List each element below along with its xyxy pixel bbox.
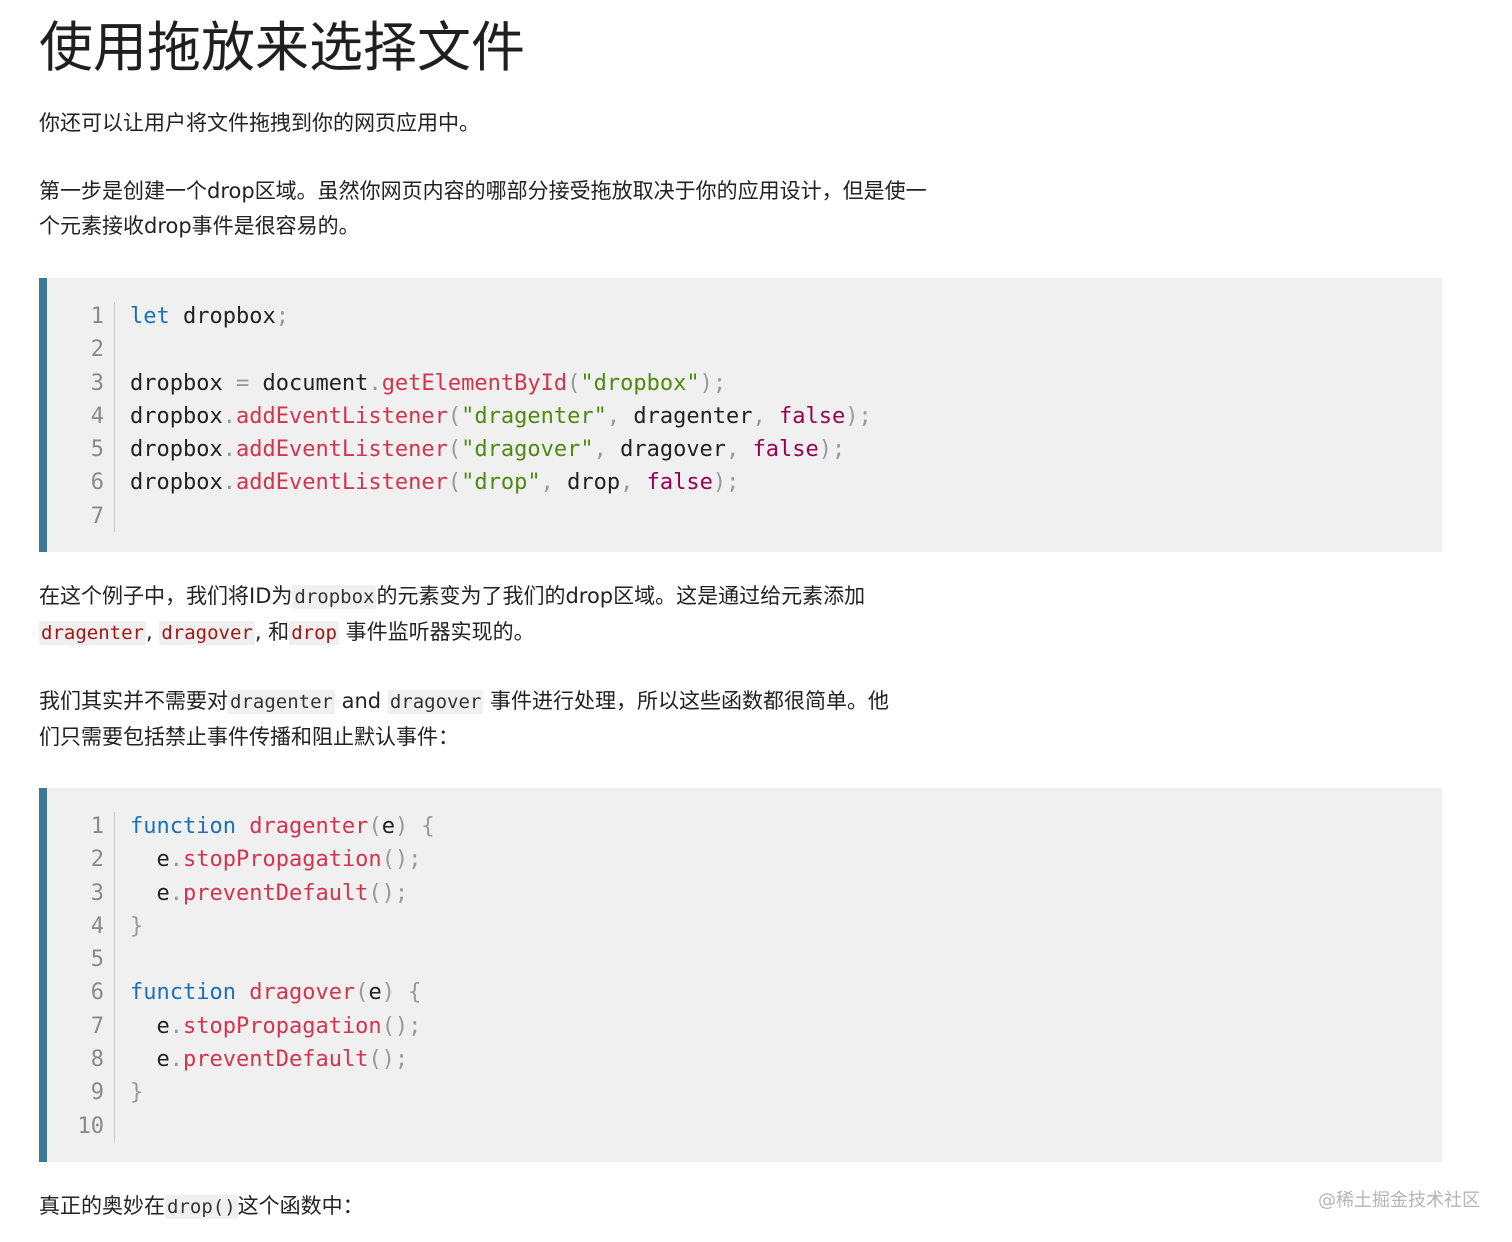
text: 这个函数中： (237, 1194, 364, 1218)
drop-paragraph: 真正的奥妙在 drop()这个函数中： (39, 1189, 979, 1225)
text: and (334, 689, 388, 713)
text: 我们其实并不需要对 (39, 689, 228, 713)
gutter-divider (114, 812, 115, 1142)
code-line: dropbox.addEventListener("dragover", dra… (130, 437, 846, 463)
handler-line-1: 我们其实并不需要对 dragenter and dragover 事件进行处理，所… (39, 684, 979, 720)
line-number-gutter: 1 2 3 4 5 6 7 8 9 10 (47, 810, 114, 1143)
line-number: 5 (90, 947, 104, 973)
code-line: } (130, 1080, 144, 1106)
intro-paragraph: 你还可以让用户将文件拖拽到你的网页应用中。 (39, 106, 979, 141)
gutter-divider (114, 302, 115, 532)
inline-code: dragover (159, 621, 255, 645)
inline-code: drop() (165, 1195, 238, 1219)
intro-text: 你还可以让用户将文件拖拽到你的网页应用中。 (39, 111, 480, 135)
code-line: dropbox = document.getElementById("dropb… (130, 370, 727, 396)
example-line-1: 在这个例子中，我们将ID为 dropbox的元素变为了我们的drop区域。这是通过… (39, 579, 979, 615)
line-number: 7 (90, 1013, 104, 1039)
code-line: e.stopPropagation(); (130, 847, 422, 873)
inline-code: drop (289, 621, 339, 645)
line-number: 9 (90, 1080, 104, 1106)
step-one-line-2: 个元素接收drop事件是很容易的。 (39, 214, 360, 238)
line-number: 1 (90, 814, 104, 839)
line-number: 2 (90, 847, 104, 873)
code-line: function dragover(e) { (130, 980, 422, 1006)
inline-code: dragover (387, 690, 484, 714)
line-number: 7 (90, 503, 104, 529)
text: 事件进行处理，所以这些函数都很简单。他 (483, 689, 890, 713)
text: 在这个例子中，我们将ID为 (39, 584, 293, 608)
step-one-paragraph: 第一步是创建一个drop区域。虽然你网页内容的哪部分接受拖放取决于你的应用设计，… (39, 174, 979, 244)
drop-line-1: 真正的奥妙在 drop()这个函数中： (39, 1189, 979, 1225)
line-number: 1 (90, 304, 104, 329)
text: , 和 (254, 620, 290, 644)
line-number: 6 (90, 980, 104, 1006)
handler-paragraph: 我们其实并不需要对 dragenter and dragover 事件进行处理，所… (39, 684, 979, 755)
line-number: 3 (90, 370, 104, 396)
text: 事件监听器实现的。 (338, 620, 535, 644)
code-line: dropbox.addEventListener("dragenter", dr… (130, 403, 872, 429)
example-line-2: dragenter, dragover, 和 drop 事件监听器实现的。 (39, 615, 979, 651)
code-line: e.preventDefault(); (130, 880, 409, 906)
line-number: 3 (90, 880, 104, 906)
code-line: } (130, 913, 144, 939)
line-number-gutter: 1 2 3 4 5 6 7 (47, 300, 114, 533)
code-line: let dropbox; (130, 304, 289, 329)
line-number: 10 (77, 1113, 105, 1139)
step-one-line-1: 第一步是创建一个drop区域。虽然你网页内容的哪部分接受拖放取决于你的应用设计，… (39, 179, 927, 203)
line-number: 4 (90, 403, 104, 429)
code-line: e.preventDefault(); (130, 1047, 409, 1073)
line-number: 4 (90, 913, 104, 939)
inline-code: dragenter (39, 621, 146, 645)
code-lines: let dropbox; dropbox = document.getEleme… (130, 300, 872, 533)
line-number: 6 (90, 470, 104, 496)
watermark: @稀土掘金技术社区 (1318, 1190, 1480, 1211)
code-block-dropbox: 1 2 3 4 5 6 7 let dropbox; dropbox = doc… (39, 278, 1442, 552)
code-line: function dragenter(e) { (130, 814, 435, 839)
line-number: 5 (90, 437, 104, 463)
text: , (145, 620, 160, 644)
page-title: 使用拖放来选择文件 (39, 16, 525, 79)
code-block-handlers: 1 2 3 4 5 6 7 8 9 10 function dragenter(… (39, 788, 1442, 1162)
line-number: 2 (90, 337, 104, 363)
inline-code: dragenter (228, 690, 335, 714)
code-line: dropbox.addEventListener("drop", drop, f… (130, 470, 740, 496)
inline-code: dropbox (292, 585, 377, 609)
code-lines: function dragenter(e) { e.stopPropagatio… (130, 810, 435, 1143)
code-line: e.stopPropagation(); (130, 1013, 422, 1039)
line-number: 8 (90, 1047, 104, 1073)
text: 真正的奥妙在 (39, 1194, 165, 1218)
handler-line-2: 们只需要包括禁止事件传播和阻止默认事件： (39, 725, 459, 749)
example-paragraph: 在这个例子中，我们将ID为 dropbox的元素变为了我们的drop区域。这是通过… (39, 579, 979, 651)
text: 的元素变为了我们的drop区域。这是通过给元素添加 (376, 584, 866, 608)
